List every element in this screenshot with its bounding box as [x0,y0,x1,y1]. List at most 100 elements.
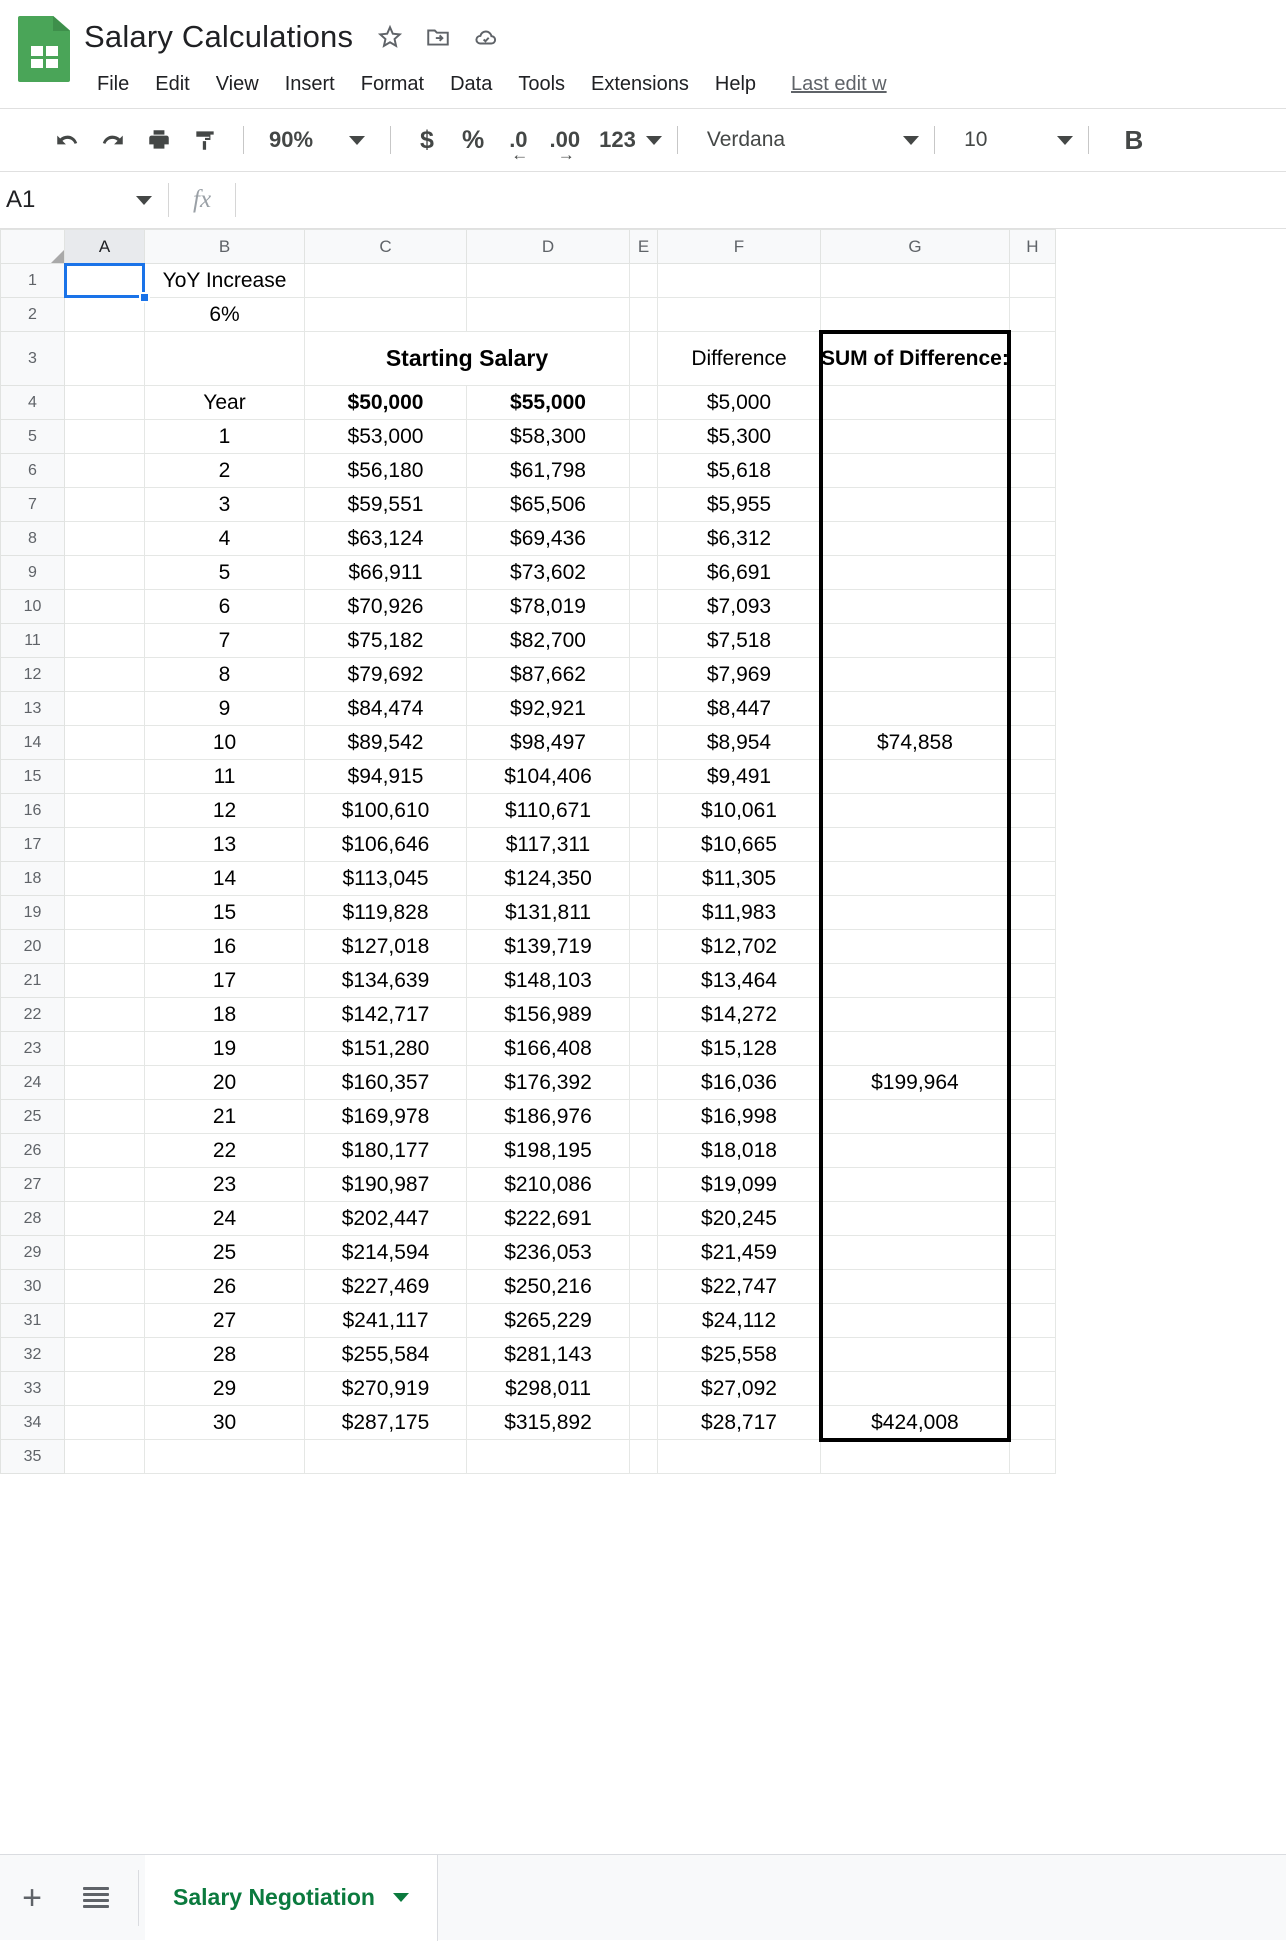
cell-difference-6[interactable]: $7,093 [658,590,821,624]
cell-h4[interactable] [1009,386,1055,420]
cell-salary-b-19[interactable]: $166,408 [467,1032,630,1066]
cell-a20[interactable] [65,930,145,964]
menu-insert[interactable]: Insert [272,69,348,100]
cell-salary-b-5[interactable]: $73,602 [467,556,630,590]
cell-a1[interactable] [65,264,145,298]
cell-sum-16[interactable] [821,930,1010,964]
cell-salary-b-15[interactable]: $131,811 [467,896,630,930]
cell-difference-19[interactable]: $15,128 [658,1032,821,1066]
cell-salary-a-20[interactable]: $160,357 [305,1066,467,1100]
cell-salary-b-23[interactable]: $210,086 [467,1168,630,1202]
row-header-9[interactable]: 9 [1,556,65,590]
row-header-5[interactable]: 5 [1,420,65,454]
cell-salary-b-8[interactable]: $87,662 [467,658,630,692]
cell-salary-a-19[interactable]: $151,280 [305,1032,467,1066]
cell-e6[interactable] [630,454,658,488]
cell-year-22[interactable]: 22 [145,1134,305,1168]
cell-a3[interactable] [65,332,145,386]
menu-tools[interactable]: Tools [505,69,578,100]
cell-sum-21[interactable] [821,1100,1010,1134]
cell-h29[interactable] [1009,1236,1055,1270]
cell-difference-30[interactable]: $28,717 [658,1406,821,1440]
menu-edit[interactable]: Edit [142,69,202,100]
cell-h13[interactable] [1009,692,1055,726]
page-title[interactable]: Salary Calculations [84,19,353,55]
cell-sum-29[interactable] [821,1372,1010,1406]
row-header-35[interactable]: 35 [1,1440,65,1474]
cell-a9[interactable] [65,556,145,590]
cell-h7[interactable] [1009,488,1055,522]
percent-format-button[interactable]: % [448,126,498,155]
row-header-32[interactable]: 32 [1,1338,65,1372]
cell-salary-b-20[interactable]: $176,392 [467,1066,630,1100]
select-all-corner[interactable] [1,230,65,264]
cell-salary-b-25[interactable]: $236,053 [467,1236,630,1270]
row-header-16[interactable]: 16 [1,794,65,828]
cell-a12[interactable] [65,658,145,692]
cell-salary-b-22[interactable]: $198,195 [467,1134,630,1168]
cell-salary-b-10[interactable]: $98,497 [467,726,630,760]
cell-e16[interactable] [630,794,658,828]
cell-e34[interactable] [630,1406,658,1440]
cell-salary-a-9[interactable]: $84,474 [305,692,467,726]
column-header-e[interactable]: E [630,230,658,264]
cell-salary-a-3[interactable]: $59,551 [305,488,467,522]
cell-difference-20[interactable]: $16,036 [658,1066,821,1100]
row-header-1[interactable]: 1 [1,264,65,298]
cell-h16[interactable] [1009,794,1055,828]
cell-f2[interactable] [658,298,821,332]
number-format-selector[interactable]: 123 [591,127,662,153]
all-sheets-button[interactable] [64,1855,128,1941]
cell-salary-a-21[interactable]: $169,978 [305,1100,467,1134]
cell-e3[interactable] [630,332,658,386]
cell-g4[interactable] [821,386,1010,420]
header-year[interactable]: Year [145,386,305,420]
cell-h11[interactable] [1009,624,1055,658]
cell-e27[interactable] [630,1168,658,1202]
bold-button[interactable]: B [1104,125,1143,156]
cell-sum-10[interactable]: $74,858 [821,726,1010,760]
row-header-7[interactable]: 7 [1,488,65,522]
cell-difference-24[interactable]: $20,245 [658,1202,821,1236]
cell-a29[interactable] [65,1236,145,1270]
cell-h8[interactable] [1009,522,1055,556]
column-header-a[interactable]: A [65,230,145,264]
cell-salary-a-14[interactable]: $113,045 [305,862,467,896]
cell-salary-b-30[interactable]: $315,892 [467,1406,630,1440]
row-header-34[interactable]: 34 [1,1406,65,1440]
last-edit-label[interactable]: Last edit w [791,73,887,96]
cell-a26[interactable] [65,1134,145,1168]
cell-e18[interactable] [630,862,658,896]
cell-salary-b-26[interactable]: $250,216 [467,1270,630,1304]
cell-a8[interactable] [65,522,145,556]
cell-a25[interactable] [65,1100,145,1134]
cell-difference-7[interactable]: $7,518 [658,624,821,658]
row-header-6[interactable]: 6 [1,454,65,488]
cell-year-26[interactable]: 26 [145,1270,305,1304]
cell-a22[interactable] [65,998,145,1032]
cell-difference-14[interactable]: $11,305 [658,862,821,896]
cell-sum-2[interactable] [821,454,1010,488]
cell-salary-a-30[interactable]: $287,175 [305,1406,467,1440]
cell-sum-18[interactable] [821,998,1010,1032]
cell-a32[interactable] [65,1338,145,1372]
cell-difference-13[interactable]: $10,665 [658,828,821,862]
cell-year-8[interactable]: 8 [145,658,305,692]
header-sum-of-difference[interactable]: SUM of Difference: [821,332,1010,386]
cell-salary-a-10[interactable]: $89,542 [305,726,467,760]
cell-sum-30[interactable]: $424,008 [821,1406,1010,1440]
cell-a13[interactable] [65,692,145,726]
cell-b3[interactable] [145,332,305,386]
row-header-22[interactable]: 22 [1,998,65,1032]
row-header-3[interactable]: 3 [1,332,65,386]
cell-difference-16[interactable]: $12,702 [658,930,821,964]
cell-a21[interactable] [65,964,145,998]
cell-salary-b-11[interactable]: $104,406 [467,760,630,794]
cell-e11[interactable] [630,624,658,658]
cell-salary-a-4[interactable]: $63,124 [305,522,467,556]
cell-sum-19[interactable] [821,1032,1010,1066]
cell-difference-15[interactable]: $11,983 [658,896,821,930]
cell-salary-b-3[interactable]: $65,506 [467,488,630,522]
cell-e32[interactable] [630,1338,658,1372]
cell-sum-4[interactable] [821,522,1010,556]
